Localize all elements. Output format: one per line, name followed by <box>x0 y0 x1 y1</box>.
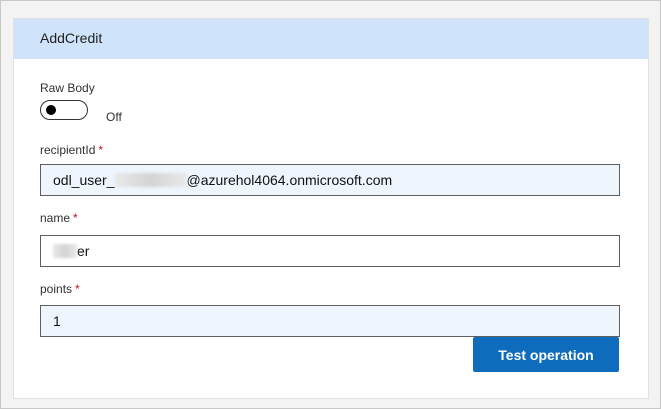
raw-body-label: Raw Body <box>40 81 95 95</box>
card-header: AddCredit <box>14 19 648 59</box>
name-input[interactable]: er <box>40 235 620 267</box>
recipient-id-suffix: @azurehol4064.onmicrosoft.com <box>186 172 393 188</box>
points-label: points * <box>40 282 80 296</box>
redacted-text <box>53 244 77 259</box>
recipient-id-prefix: odl_user_ <box>53 172 115 188</box>
raw-body-toggle[interactable] <box>40 100 88 120</box>
name-label: name * <box>40 211 78 225</box>
recipient-id-label: recipientId * <box>40 143 103 157</box>
name-value-suffix: er <box>77 243 90 259</box>
required-marker: * <box>98 143 104 157</box>
points-label-text: points <box>40 282 73 296</box>
points-input[interactable]: 1 <box>40 305 620 337</box>
toggle-knob <box>46 105 56 115</box>
required-marker: * <box>73 211 78 225</box>
operation-card: AddCredit Raw Body Off recipientId * odl_… <box>13 18 649 399</box>
card-title: AddCredit <box>40 30 103 46</box>
redacted-text <box>114 173 187 188</box>
raw-body-toggle-state: Off <box>106 110 122 124</box>
required-marker: * <box>75 282 80 296</box>
name-label-text: name <box>40 211 71 225</box>
window-frame: AddCredit Raw Body Off recipientId * odl_… <box>0 0 661 409</box>
points-value: 1 <box>53 313 61 329</box>
recipient-id-label-text: recipientId <box>40 143 96 157</box>
test-operation-button[interactable]: Test operation <box>473 337 619 372</box>
recipient-id-input[interactable]: odl_user_ @azurehol4064.onmicrosoft.com <box>40 164 620 196</box>
